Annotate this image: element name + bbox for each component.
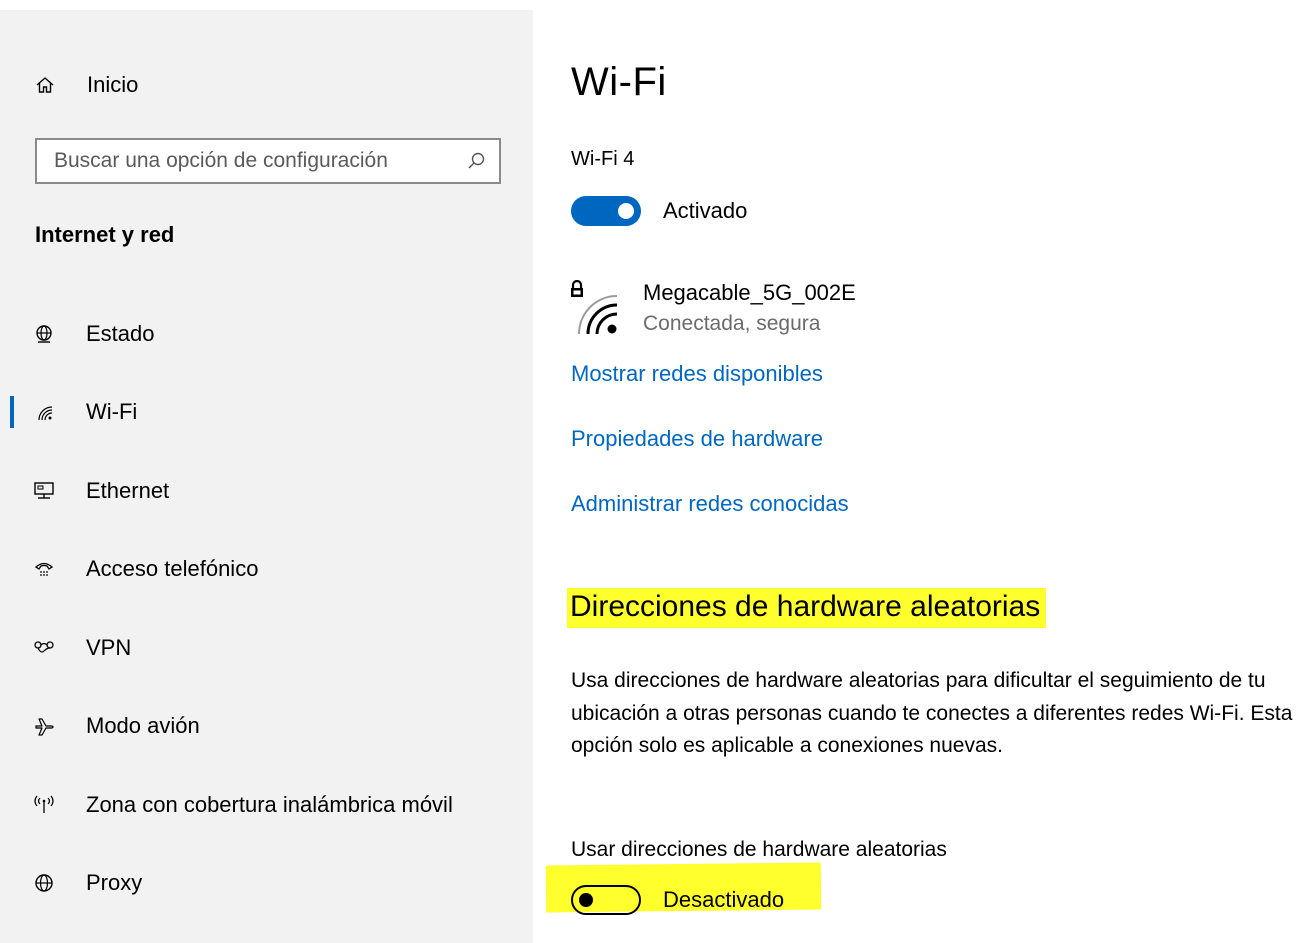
- network-status: Conectada, segura: [643, 312, 821, 335]
- sidebar-item-label: Ethernet: [86, 478, 170, 503]
- main-content: Wi-Fi Wi-Fi 4 Activado Megacable_5G_002E…: [533, 0, 1302, 943]
- home-nav-item[interactable]: Inicio: [35, 70, 138, 100]
- wifi-toggle-switch[interactable]: [571, 196, 641, 226]
- airplane-icon: [33, 715, 55, 737]
- random-hw-option-label: Usar direcciones de hardware aleatorias: [571, 838, 947, 861]
- section-title: Internet y red: [35, 222, 175, 247]
- settings-sidebar: Inicio Internet y red Estado Wi-Fi Ether…: [0, 0, 533, 943]
- wifi-secured-icon: [576, 290, 624, 341]
- sidebar-item-wifi[interactable]: Wi-Fi: [0, 392, 533, 432]
- wifi-toggle-label: Activado: [663, 198, 748, 223]
- manage-known-networks-link[interactable]: Administrar redes conocidas: [571, 491, 849, 517]
- sidebar-item-modo-avion[interactable]: Modo avión: [0, 706, 533, 746]
- wifi-toggle-row[interactable]: Activado: [571, 196, 747, 226]
- toggle-knob: [618, 203, 634, 219]
- sidebar-item-label: Estado: [86, 321, 155, 346]
- dialup-phone-icon: [33, 558, 55, 580]
- hotspot-icon: [33, 794, 55, 816]
- settings-search-input[interactable]: [37, 140, 465, 182]
- adapter-name: Wi-Fi 4: [571, 148, 635, 170]
- random-hw-heading: Direcciones de hardware aleatorias: [567, 588, 1047, 628]
- sidebar-item-label: Modo avión: [86, 713, 200, 738]
- random-hw-toggle-row[interactable]: Desactivado: [571, 885, 784, 915]
- random-hw-toggle-switch[interactable]: [571, 885, 641, 915]
- globe-icon: [33, 872, 55, 894]
- wifi-icon: [33, 401, 55, 423]
- sidebar-item-label: VPN: [86, 635, 132, 660]
- vpn-icon: [33, 637, 55, 659]
- hardware-properties-link[interactable]: Propiedades de hardware: [571, 426, 823, 452]
- ethernet-icon: [33, 480, 55, 502]
- sidebar-item-ethernet[interactable]: Ethernet: [0, 471, 533, 511]
- show-available-networks-link[interactable]: Mostrar redes disponibles: [571, 361, 823, 387]
- sidebar-item-zona-cobertura[interactable]: Zona con cobertura inalámbrica móvil: [0, 785, 533, 825]
- sidebar-item-label: Acceso telefónico: [86, 556, 259, 581]
- settings-search-box[interactable]: [35, 138, 501, 184]
- network-name: Megacable_5G_002E: [643, 280, 856, 305]
- connected-network[interactable]: Megacable_5G_002E Conectada, segura: [568, 279, 868, 341]
- page-title: Wi-Fi: [571, 60, 667, 104]
- search-icon[interactable]: [465, 150, 487, 172]
- sidebar-item-label: Wi-Fi: [86, 399, 138, 424]
- home-label: Inicio: [87, 72, 139, 97]
- toggle-knob: [579, 892, 593, 907]
- sidebar-item-label: Proxy: [86, 870, 143, 895]
- globe-status-icon: [33, 323, 55, 345]
- home-icon: [35, 75, 55, 95]
- sidebar-item-acceso-telefonico[interactable]: Acceso telefónico: [0, 549, 533, 589]
- sidebar-item-label: Zona con cobertura inalámbrica móvil: [86, 792, 453, 817]
- sidebar-item-vpn[interactable]: VPN: [0, 628, 533, 668]
- sidebar-item-estado[interactable]: Estado: [0, 314, 533, 354]
- random-hw-description: Usa direcciones de hardware aleatorias p…: [571, 669, 1293, 757]
- random-hw-toggle-label: Desactivado: [663, 887, 785, 912]
- top-strip: [0, 0, 533, 10]
- sidebar-item-proxy[interactable]: Proxy: [0, 863, 533, 903]
